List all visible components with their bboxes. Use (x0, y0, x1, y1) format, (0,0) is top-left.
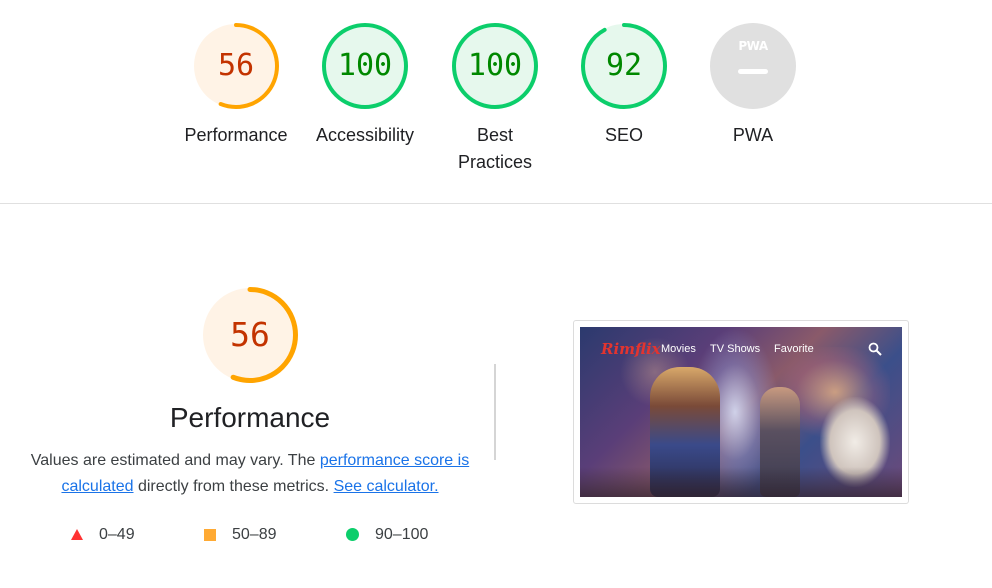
gauge-best-practices[interactable]: 100 Best Practices (430, 22, 560, 176)
screenshot-nav-movies: Movies (661, 343, 696, 355)
final-screenshot-frame[interactable]: Rimflix Movies TV Shows Favorite (573, 320, 909, 504)
accessibility-gauge: 100 (321, 22, 409, 110)
performance-main-score: 56 (230, 315, 270, 354)
legend-fail-range: 0–49 (99, 526, 135, 543)
screenshot-ground (580, 467, 902, 497)
vertical-separator (494, 364, 496, 460)
screenshot-logo: Rimflix (601, 340, 661, 358)
pwa-badge-icon (710, 23, 796, 109)
pwa-gauge: PWA (709, 22, 797, 110)
section-divider (0, 203, 992, 204)
performance-main-gauge: 56 (201, 286, 299, 384)
performance-gauge: 56 (192, 22, 280, 110)
search-icon (868, 342, 882, 356)
screenshot-navbar: Rimflix Movies TV Shows Favorite (580, 327, 902, 371)
accessibility-label: Accessibility (315, 125, 415, 145)
best-practices-gauge: 100 (451, 22, 539, 110)
screenshot-nav-tv-shows: TV Shows (710, 343, 761, 355)
seo-score: 92 (605, 48, 643, 83)
legend-average: 50–89 (204, 524, 277, 546)
gauge-performance[interactable]: 56 Performance (171, 22, 301, 149)
best-practices-label: Best Practices (430, 122, 560, 176)
seo-gauge: 92 (580, 22, 668, 110)
performance-description: Values are estimated and may vary. The p… (28, 448, 472, 500)
red-triangle-icon (71, 529, 83, 541)
legend-fail: 0–49 (71, 524, 135, 546)
pwa-label: PWA (732, 125, 774, 145)
legend-average-range: 50–89 (232, 526, 277, 543)
performance-score: 56 (217, 48, 255, 83)
screenshot-nav-favorite: Favorite (774, 343, 814, 355)
legend-pass: 90–100 (346, 524, 428, 546)
seo-label: SEO (604, 125, 643, 145)
pwa-badge-text: PWA (738, 39, 768, 53)
gauge-pwa[interactable]: PWA PWA (688, 22, 818, 149)
accessibility-score: 100 (337, 48, 393, 83)
gauge-seo[interactable]: 92 SEO (559, 22, 689, 149)
best-practices-label-line1: Best (476, 125, 514, 145)
description-prefix: Values are estimated and may vary. The (30, 452, 320, 469)
performance-section-title: Performance (169, 402, 331, 433)
orange-square-icon (204, 528, 216, 541)
see-calculator-link[interactable]: See calculator. (334, 478, 439, 495)
best-practices-score: 100 (467, 48, 523, 83)
legend-pass-range: 90–100 (375, 526, 429, 543)
performance-label: Performance (184, 125, 288, 145)
final-screenshot: Rimflix Movies TV Shows Favorite (580, 327, 902, 497)
green-circle-icon (346, 528, 359, 542)
gauge-accessibility[interactable]: 100 Accessibility (300, 22, 430, 149)
description-middle: directly from these metrics. (133, 478, 334, 495)
best-practices-label-line2: Practices (457, 152, 533, 172)
